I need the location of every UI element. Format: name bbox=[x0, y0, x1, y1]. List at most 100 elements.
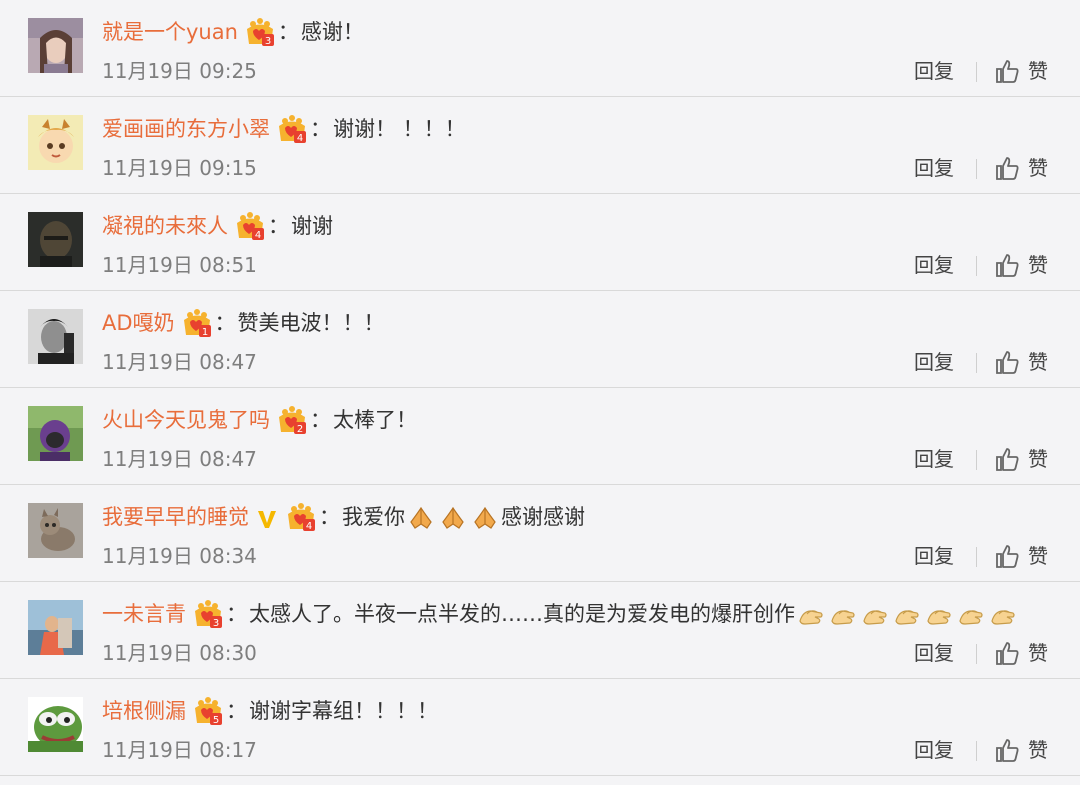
svg-text:2: 2 bbox=[297, 424, 303, 435]
avatar[interactable] bbox=[28, 309, 83, 364]
avatar[interactable] bbox=[28, 406, 83, 461]
vip-crown-icon: 5 bbox=[192, 697, 224, 727]
action-divider bbox=[976, 644, 977, 664]
username-link[interactable]: 凝視的未來人 bbox=[102, 214, 228, 238]
like-label: 赞 bbox=[1028, 350, 1048, 374]
clap-hands-emoji-icon bbox=[893, 603, 921, 627]
username-link[interactable]: 就是一个yuan bbox=[102, 20, 238, 44]
reply-button[interactable]: 回复 bbox=[914, 541, 954, 571]
comment-list: 就是一个yuan 3 ：感谢！ 11月19日 09:25 回复赞爱画画的东方小翠 4 ：谢谢… bbox=[0, 0, 1080, 785]
username-link[interactable]: 一未言青 bbox=[102, 602, 186, 626]
clap-hands-emoji-icon bbox=[925, 603, 953, 627]
like-label: 赞 bbox=[1028, 156, 1048, 180]
comment-text: 我爱你 bbox=[342, 505, 405, 529]
comment-timestamp: 11月19日 08:34 bbox=[102, 544, 257, 568]
like-button[interactable]: 赞 bbox=[994, 541, 1048, 571]
clap-hands-emoji-icon bbox=[861, 603, 889, 627]
comment-item: 凝視的未來人 4 ：谢谢 11月19日 08:51 回复 赞 bbox=[0, 194, 1080, 291]
comment-item: 一未言青 3 ：太感人了。半夜一点半发的……真的是为爱发电的爆肝创作 11月19日 0… bbox=[0, 582, 1080, 679]
comment-text: 太感人了。半夜一点半发的……真的是为爱发电的爆肝创作 bbox=[249, 602, 795, 626]
comment-header: 凝視的未來人 4 ：谢谢 bbox=[102, 208, 333, 244]
like-label: 赞 bbox=[1028, 253, 1048, 277]
username-link[interactable]: 培根侧漏 bbox=[102, 699, 186, 723]
comment-timestamp: 11月19日 08:47 bbox=[102, 447, 257, 471]
vip-crown-icon: 4 bbox=[285, 503, 317, 533]
avatar[interactable] bbox=[28, 503, 83, 558]
avatar[interactable] bbox=[28, 115, 83, 170]
comment-header: 我要早早的睡觉 4 ：我爱你 感谢感谢 bbox=[102, 499, 585, 535]
action-divider bbox=[976, 741, 977, 761]
comment-item: 培根侧漏 5 ：谢谢字幕组！！！！ 11月19日 08:17 回复 赞 bbox=[0, 679, 1080, 776]
avatar[interactable] bbox=[28, 697, 83, 752]
comment-text: 感谢！ bbox=[300, 20, 364, 44]
pray-emoji-icon bbox=[439, 506, 467, 530]
colon-separator: ： bbox=[277, 20, 299, 44]
comment-header: 火山今天见鬼了吗 2 ：太棒了！ bbox=[102, 402, 417, 438]
pray-emoji-icon bbox=[471, 506, 499, 530]
like-button[interactable]: 赞 bbox=[994, 153, 1048, 183]
thumbs-up-icon bbox=[994, 252, 1020, 278]
reply-button[interactable]: 回复 bbox=[914, 735, 954, 765]
svg-text:1: 1 bbox=[201, 327, 207, 338]
comment-item: 爱画画的东方小翠 4 ：谢谢！ ！！！ 11月19日 09:15 回复 赞 bbox=[0, 97, 1080, 194]
vip-crown-icon: 3 bbox=[192, 600, 224, 630]
reply-button[interactable]: 回复 bbox=[914, 153, 954, 183]
avatar[interactable] bbox=[28, 18, 83, 73]
colon-separator: ： bbox=[226, 602, 247, 626]
comment-item: 就是一个yuan 3 ：感谢！ 11月19日 09:25 回复 赞 bbox=[0, 0, 1080, 97]
like-button[interactable]: 赞 bbox=[994, 250, 1048, 280]
reply-button[interactable]: 回复 bbox=[914, 638, 954, 668]
vip-crown-icon: 3 bbox=[244, 18, 276, 48]
thumbs-up-icon bbox=[994, 640, 1020, 666]
comment-item: 火山今天见鬼了吗 2 ：太棒了！ 11月19日 08:47 回复 赞 bbox=[0, 388, 1080, 485]
verified-v-icon bbox=[255, 506, 279, 530]
comment-header: 一未言青 3 ：太感人了。半夜一点半发的……真的是为爱发电的爆肝创作 bbox=[102, 596, 1019, 632]
svg-text:4: 4 bbox=[297, 133, 303, 144]
avatar[interactable] bbox=[28, 212, 83, 267]
colon-separator: ： bbox=[310, 408, 331, 432]
comment-header: 就是一个yuan 3 ：感谢！ bbox=[102, 14, 364, 50]
reply-button[interactable]: 回复 bbox=[914, 347, 954, 377]
thumbs-up-icon bbox=[994, 58, 1020, 84]
reply-button[interactable]: 回复 bbox=[914, 444, 954, 474]
reply-button[interactable]: 回复 bbox=[914, 56, 954, 86]
username-link[interactable]: AD嘎奶 bbox=[102, 311, 175, 335]
thumbs-up-icon bbox=[994, 155, 1020, 181]
action-divider bbox=[976, 547, 977, 567]
clap-hands-emoji-icon bbox=[957, 603, 985, 627]
colon-separator: ： bbox=[310, 117, 331, 141]
action-divider bbox=[976, 62, 977, 82]
username-link[interactable]: 爱画画的东方小翠 bbox=[102, 117, 270, 141]
clap-hands-emoji-icon bbox=[989, 603, 1017, 627]
colon-separator: ： bbox=[226, 699, 247, 723]
comment-header: 培根侧漏 5 ：谢谢字幕组！！！！ bbox=[102, 693, 438, 729]
row-separator bbox=[0, 775, 1080, 776]
thumbs-up-icon bbox=[994, 543, 1020, 569]
reply-button[interactable]: 回复 bbox=[914, 250, 954, 280]
username-link[interactable]: 火山今天见鬼了吗 bbox=[102, 408, 270, 432]
like-button[interactable]: 赞 bbox=[994, 735, 1048, 765]
username-link[interactable]: 我要早早的睡觉 bbox=[102, 505, 249, 529]
avatar[interactable] bbox=[28, 600, 83, 655]
comment-text-after: 感谢感谢 bbox=[501, 505, 585, 529]
like-button[interactable]: 赞 bbox=[994, 638, 1048, 668]
action-divider bbox=[976, 256, 977, 276]
comment-item: 我要早早的睡觉 4 ：我爱你 感谢感谢 11月19日 08:34 回复 赞 bbox=[0, 485, 1080, 582]
comment-text: 谢谢字幕组！！！！ bbox=[249, 699, 438, 723]
comment-text: 太棒了！ bbox=[333, 408, 417, 432]
like-button[interactable]: 赞 bbox=[994, 56, 1048, 86]
comment-timestamp: 11月19日 08:30 bbox=[102, 641, 257, 665]
like-label: 赞 bbox=[1028, 447, 1048, 471]
like-label: 赞 bbox=[1028, 544, 1048, 568]
like-label: 赞 bbox=[1028, 59, 1048, 83]
like-button[interactable]: 赞 bbox=[994, 444, 1048, 474]
like-label: 赞 bbox=[1028, 641, 1048, 665]
comment-timestamp: 11月19日 08:51 bbox=[102, 253, 257, 277]
thumbs-up-icon bbox=[994, 446, 1020, 472]
svg-text:5: 5 bbox=[213, 715, 219, 726]
svg-text:3: 3 bbox=[213, 618, 219, 629]
thumbs-up-icon bbox=[994, 349, 1020, 375]
comment-header: 爱画画的东方小翠 4 ：谢谢！ ！！！ bbox=[102, 111, 466, 147]
like-button[interactable]: 赞 bbox=[994, 347, 1048, 377]
comment-item: AD嘎奶 1 ：赞美电波！！！ 11月19日 08:47 回复 赞 bbox=[0, 291, 1080, 388]
